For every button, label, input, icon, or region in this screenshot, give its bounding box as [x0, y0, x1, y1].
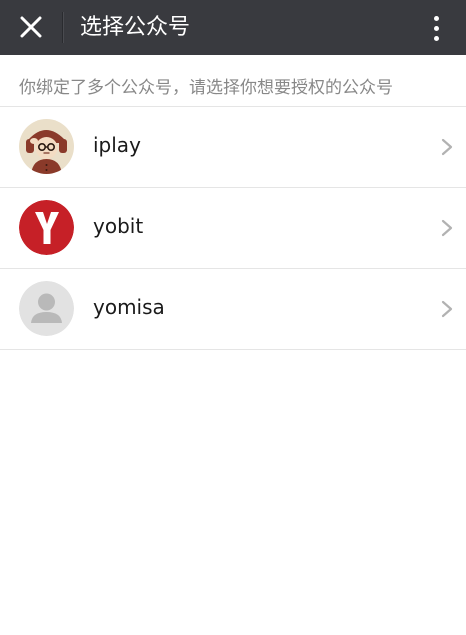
account-row-yomisa[interactable]: yomisa [0, 269, 466, 350]
close-button[interactable] [14, 10, 48, 44]
account-name: yobit [93, 214, 144, 238]
account-name: iplay [93, 133, 141, 157]
chevron-right-icon [441, 300, 453, 318]
hint-text: 你绑定了多个公众号，请选择你想要授权的公众号 [19, 78, 393, 98]
account-list: iplay yobit yomisa [0, 107, 466, 350]
close-icon [20, 16, 42, 38]
top-bar: 选择公众号 [0, 0, 466, 55]
account-row-yobit[interactable]: yobit [0, 188, 466, 269]
more-options-button[interactable] [424, 12, 448, 44]
account-name: yomisa [93, 295, 165, 319]
page-title: 选择公众号 [80, 15, 191, 40]
cartoon-character-avatar [19, 119, 74, 174]
more-vertical-icon [433, 15, 439, 21]
account-row-iplay[interactable]: iplay [0, 107, 466, 188]
hint-bar: 你绑定了多个公众号，请选择你想要授权的公众号 [0, 55, 466, 107]
red-y-logo-avatar [19, 200, 74, 255]
default-person-avatar [19, 281, 74, 336]
header-divider [62, 12, 63, 43]
chevron-right-icon [441, 138, 453, 156]
chevron-right-icon [441, 219, 453, 237]
